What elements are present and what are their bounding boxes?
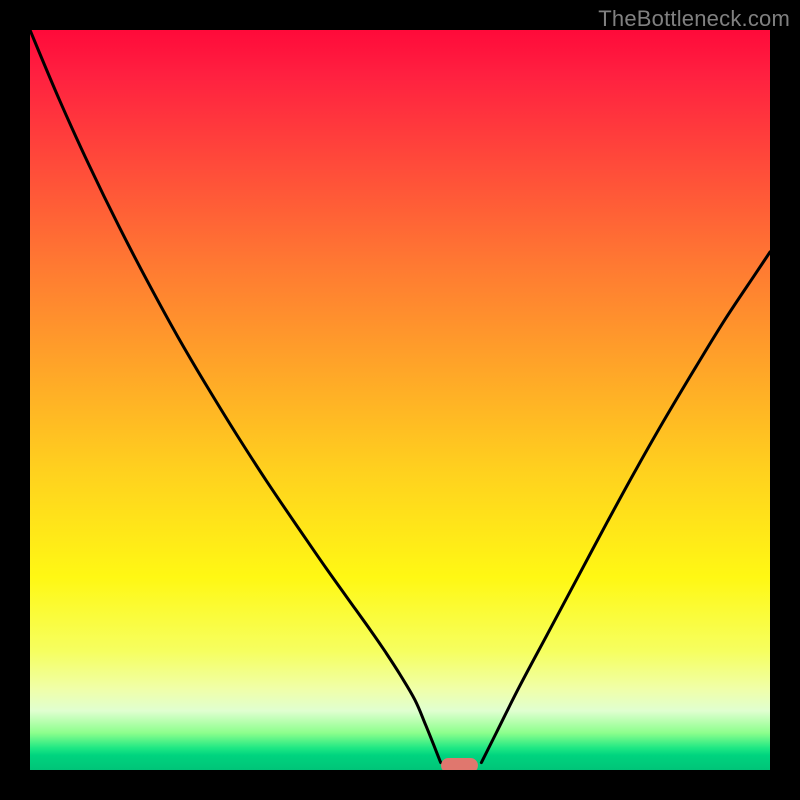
curve-left (30, 30, 441, 763)
plot-area (30, 30, 770, 770)
watermark: TheBottleneck.com (598, 6, 790, 32)
optimal-marker (441, 758, 478, 770)
bottleneck-curve (30, 30, 770, 770)
curve-right (481, 252, 770, 763)
chart-frame: TheBottleneck.com (0, 0, 800, 800)
